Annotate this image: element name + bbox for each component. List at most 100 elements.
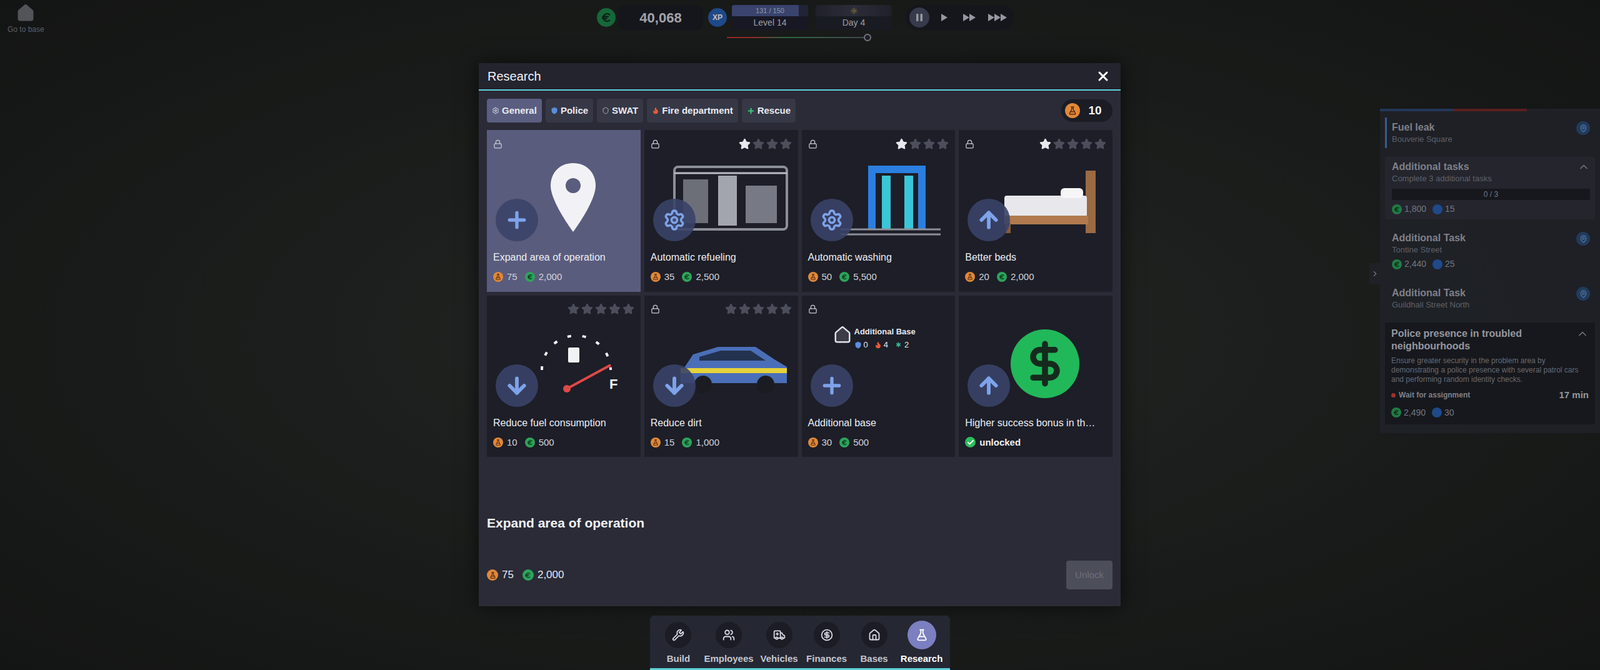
research-points-icon: [808, 271, 819, 282]
card-image: [808, 151, 950, 245]
gears-icon: [820, 208, 844, 232]
research-card[interactable]: Reduce dirt 15 1,000: [644, 295, 799, 458]
money-cost: 2,000: [996, 270, 1035, 285]
dollar-icon: [820, 628, 834, 642]
nav-item[interactable]: Finances: [805, 620, 849, 665]
card-image: [493, 151, 635, 245]
nav-item[interactable]: Build: [656, 620, 700, 665]
category-tab[interactable]: Rescue: [741, 98, 796, 123]
money-icon: [522, 569, 534, 581]
map-pin-icon: [548, 160, 599, 236]
unlock-button[interactable]: Unlock: [1066, 560, 1113, 590]
star-icon: [923, 138, 935, 150]
upgrade-type-badge: [495, 198, 539, 242]
employees-icon: [722, 628, 735, 642]
research-card[interactable]: Better beds 20 2,000: [958, 130, 1113, 292]
star-icon: [1094, 138, 1107, 150]
star-icon: [780, 138, 792, 150]
research-points-icon: [493, 437, 504, 448]
money-cost: 2,000: [525, 270, 563, 285]
money-icon: [525, 271, 535, 282]
lock-icon: [808, 304, 818, 314]
research-points-icon: [808, 437, 819, 448]
swat-shield-icon: [601, 106, 610, 115]
card-title: Automatic refueling: [650, 251, 792, 264]
window-header: Research: [478, 63, 1121, 91]
research-card[interactable]: Automatic refueling352,500: [644, 130, 799, 292]
nav-item[interactable]: Vehicles: [757, 620, 802, 665]
star-icon: [1066, 138, 1079, 150]
card-title: Reduce fuel consumption: [493, 416, 635, 430]
close-icon: [1095, 68, 1111, 84]
svg-text:F: F: [609, 376, 618, 392]
points-cost: 15: [650, 435, 675, 450]
card-image: [965, 151, 1107, 245]
close-button[interactable]: [1094, 67, 1112, 85]
star-icon: [738, 303, 751, 315]
star-rating: [1039, 138, 1107, 150]
research-points: 10: [1061, 99, 1113, 122]
money-icon: [996, 271, 1007, 282]
money-icon: [681, 437, 692, 448]
card-title: Better beds: [965, 251, 1107, 264]
points-cost: 20: [965, 270, 990, 285]
card-title: Higher success bonus in th…: [965, 416, 1107, 430]
base-house-icon: [833, 325, 852, 345]
rescue-star-icon: [894, 340, 903, 349]
research-card[interactable]: Expand area of operation752,000: [486, 130, 641, 292]
money-cost: 2,000: [522, 566, 565, 584]
gears-icon: [663, 208, 686, 232]
research-window: Research GeneralPoliceSWATFire department…: [478, 63, 1121, 607]
money-icon: [525, 437, 535, 448]
base-slot-count: 0: [854, 338, 869, 352]
police-shield-icon: [854, 341, 862, 349]
money-cost: 1,000: [681, 435, 720, 450]
vehicle-icon: [773, 628, 786, 642]
research-card[interactable]: Additional Base042Additional base30500: [801, 295, 956, 458]
category-tab[interactable]: Fire department: [646, 98, 738, 123]
gear-icon: [491, 106, 500, 115]
research-card[interactable]: Higher success bonus in th… unlocked: [958, 295, 1113, 458]
star-icon: [738, 138, 751, 150]
arrow-down-icon: [504, 373, 530, 399]
star-icon: [766, 138, 779, 150]
research-points-icon: [486, 569, 499, 581]
game-screen: Go to base40,068XP131 / 150Level 14Day 4…: [0, 0, 1600, 670]
category-tabs: GeneralPoliceSWATFire departmentRescue: [486, 98, 796, 123]
upgrade-type-badge: [967, 364, 1010, 407]
points-cost: 35: [650, 270, 675, 285]
star-rating: [895, 138, 949, 150]
arrow-up-icon: [976, 207, 1002, 233]
research-points-icon: [493, 271, 504, 282]
nav-item[interactable]: Employees: [703, 620, 754, 665]
flame-icon: [651, 106, 660, 115]
upgrade-type-badge: [653, 364, 696, 407]
police-shield-icon: [550, 106, 559, 115]
star-icon: [725, 303, 737, 315]
research-grid: Expand area of operation752,000 Automatic…: [486, 130, 1113, 457]
category-tab[interactable]: General: [486, 98, 542, 123]
star-icon: [622, 303, 635, 315]
money-icon: [839, 437, 850, 448]
research-card[interactable]: FReduce fuel consumption10500: [486, 295, 641, 458]
category-tab[interactable]: SWAT: [596, 98, 644, 123]
lock-icon: [493, 139, 503, 149]
base-preview: Additional Base042: [833, 325, 916, 352]
rescue-cross-icon: [746, 106, 755, 115]
card-title: Additional base: [808, 416, 950, 430]
unlocked-status: unlocked: [965, 435, 1021, 450]
flame-icon: [874, 341, 882, 349]
nav-item[interactable]: Research: [900, 620, 944, 665]
star-icon: [752, 303, 765, 315]
research-icon: [915, 628, 929, 642]
research-card[interactable]: Automatic washing505,500: [801, 130, 956, 292]
nav-item[interactable]: Bases: [852, 620, 897, 665]
card-title: Reduce dirt: [650, 416, 792, 430]
upgrade-type-badge: [810, 198, 854, 242]
lock-icon: [650, 304, 660, 314]
category-tab[interactable]: Police: [545, 98, 594, 123]
research-points-icon: [1065, 103, 1080, 119]
money-cost: 500: [525, 435, 555, 450]
money-cost: 500: [839, 435, 869, 450]
dollar-coin-icon: [1010, 329, 1080, 399]
